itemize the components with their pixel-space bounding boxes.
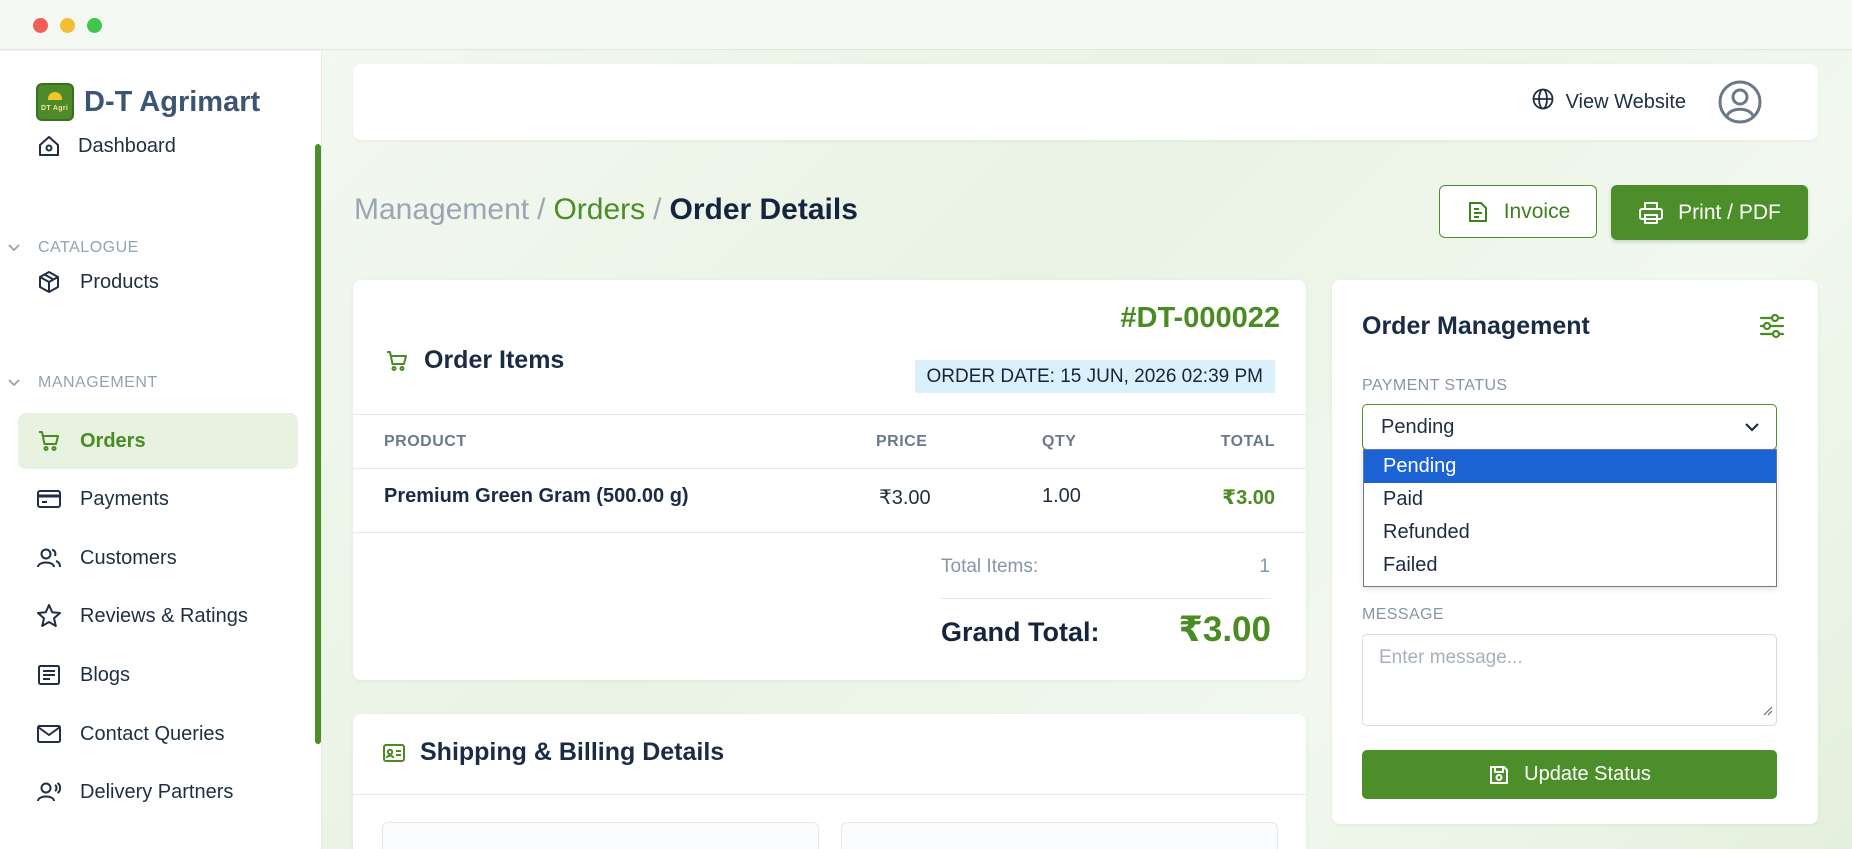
shipping-billing-card: Shipping & Billing Details bbox=[353, 714, 1306, 849]
dropdown-option-pending[interactable]: Pending bbox=[1364, 450, 1776, 483]
order-management-card: Order Management PAYMENT STATUS Pending … bbox=[1332, 280, 1818, 824]
view-website-link[interactable]: View Website bbox=[1532, 88, 1686, 116]
brand-logo: DT Agri bbox=[36, 83, 74, 121]
id-card-icon bbox=[382, 743, 406, 763]
update-status-button[interactable]: Update Status bbox=[1362, 750, 1777, 799]
sidebar-item-payments[interactable]: Payments bbox=[18, 471, 298, 527]
user-avatar-icon[interactable] bbox=[1718, 80, 1762, 124]
breadcrumb-orders[interactable]: Orders bbox=[553, 193, 645, 227]
shipping-address-box bbox=[382, 822, 819, 849]
divider bbox=[353, 468, 1306, 469]
column-header-product: PRODUCT bbox=[384, 433, 467, 450]
order-id: #DT-000022 bbox=[1120, 302, 1280, 334]
minimize-window-button[interactable] bbox=[60, 18, 75, 33]
column-header-total: TOTAL bbox=[1220, 433, 1275, 450]
star-icon bbox=[36, 603, 62, 629]
payment-status-label: PAYMENT STATUS bbox=[1362, 377, 1508, 394]
brand[interactable]: DT Agri D-T Agrimart bbox=[36, 83, 260, 121]
window-titlebar bbox=[0, 0, 1852, 50]
chevron-down-icon bbox=[8, 239, 22, 257]
delivery-person-icon bbox=[36, 779, 62, 805]
table-cell-total: ₹3.00 bbox=[1222, 487, 1275, 509]
brand-name: D-T Agrimart bbox=[84, 85, 261, 118]
dropdown-option-refunded[interactable]: Refunded bbox=[1364, 516, 1776, 549]
dropdown-option-paid[interactable]: Paid bbox=[1364, 483, 1776, 516]
maximize-window-button[interactable] bbox=[87, 18, 102, 33]
order-date-badge: ORDER DATE: 15 JUN, 2026 02:39 PM bbox=[914, 360, 1275, 393]
order-items-title: Order Items bbox=[384, 346, 564, 375]
receipt-icon bbox=[1466, 200, 1490, 224]
sidebar-item-blogs[interactable]: Blogs bbox=[18, 647, 298, 703]
credit-card-icon bbox=[36, 486, 62, 512]
section-management[interactable]: MANAGEMENT bbox=[8, 374, 158, 392]
users-icon bbox=[36, 545, 62, 571]
order-items-card: #DT-000022 ORDER DATE: 15 JUN, 2026 02:3… bbox=[353, 280, 1306, 680]
sidebar-item-customers[interactable]: Customers bbox=[18, 530, 298, 586]
table-cell-price: ₹3.00 bbox=[879, 487, 931, 509]
grand-total-label: Grand Total: bbox=[941, 617, 1100, 647]
sidebar-item-contact-queries[interactable]: Contact Queries bbox=[18, 706, 298, 762]
cart-icon bbox=[384, 349, 410, 373]
globe-icon bbox=[1532, 88, 1554, 116]
breadcrumb: Management / Orders / Order Details bbox=[354, 193, 858, 227]
resize-handle-icon[interactable] bbox=[1761, 700, 1773, 722]
invoice-button[interactable]: Invoice bbox=[1439, 185, 1597, 238]
sidebar: DT Agri D-T Agrimart Dashboard CATALOGUE… bbox=[0, 51, 322, 849]
chevron-down-icon bbox=[1744, 417, 1760, 443]
chevron-down-icon bbox=[8, 374, 22, 392]
message-label: MESSAGE bbox=[1362, 606, 1444, 623]
sliders-icon[interactable] bbox=[1758, 312, 1786, 345]
billing-address-box bbox=[841, 822, 1278, 849]
total-items-value: 1 bbox=[1259, 556, 1270, 577]
page-title: Order Details bbox=[669, 193, 858, 226]
column-header-price: PRICE bbox=[876, 433, 928, 450]
payment-status-value: Pending bbox=[1381, 415, 1455, 438]
sidebar-item-reviews[interactable]: Reviews & Ratings bbox=[18, 588, 298, 644]
grand-total-value: ₹3.00 bbox=[1178, 610, 1271, 649]
shipping-billing-title: Shipping & Billing Details bbox=[382, 738, 724, 767]
divider bbox=[353, 794, 1306, 795]
table-cell-qty: 1.00 bbox=[1042, 485, 1081, 507]
sidebar-item-delivery-partners[interactable]: Delivery Partners bbox=[18, 764, 298, 820]
order-management-title: Order Management bbox=[1362, 312, 1590, 340]
sidebar-item-orders[interactable]: Orders bbox=[18, 413, 298, 469]
message-textarea[interactable]: Enter message... bbox=[1362, 634, 1777, 726]
top-header-bar: View Website bbox=[353, 64, 1818, 140]
payment-status-dropdown: Pending Paid Refunded Failed bbox=[1363, 449, 1777, 587]
box-icon bbox=[36, 269, 62, 295]
close-window-button[interactable] bbox=[33, 18, 48, 33]
dropdown-option-failed[interactable]: Failed bbox=[1364, 549, 1776, 582]
table-cell-product: Premium Green Gram (500.00 g) bbox=[384, 485, 689, 507]
sidebar-item-products[interactable]: Products bbox=[18, 254, 298, 310]
divider bbox=[941, 598, 1271, 599]
save-icon bbox=[1488, 764, 1510, 786]
breadcrumb-management[interactable]: Management bbox=[354, 193, 529, 227]
print-pdf-button[interactable]: Print / PDF bbox=[1611, 185, 1808, 240]
sidebar-scrollbar[interactable] bbox=[315, 144, 321, 744]
sidebar-item-dashboard[interactable]: Dashboard bbox=[18, 118, 298, 174]
message-placeholder: Enter message... bbox=[1379, 647, 1523, 668]
column-header-qty: QTY bbox=[1042, 433, 1077, 450]
divider bbox=[353, 532, 1306, 533]
mail-icon bbox=[36, 721, 62, 747]
cart-icon bbox=[36, 428, 62, 454]
printer-icon bbox=[1638, 201, 1664, 225]
document-icon bbox=[36, 662, 62, 688]
home-icon bbox=[36, 133, 62, 159]
payment-status-select[interactable]: Pending bbox=[1362, 404, 1777, 450]
total-items-label: Total Items: bbox=[941, 556, 1039, 577]
divider bbox=[353, 414, 1306, 415]
